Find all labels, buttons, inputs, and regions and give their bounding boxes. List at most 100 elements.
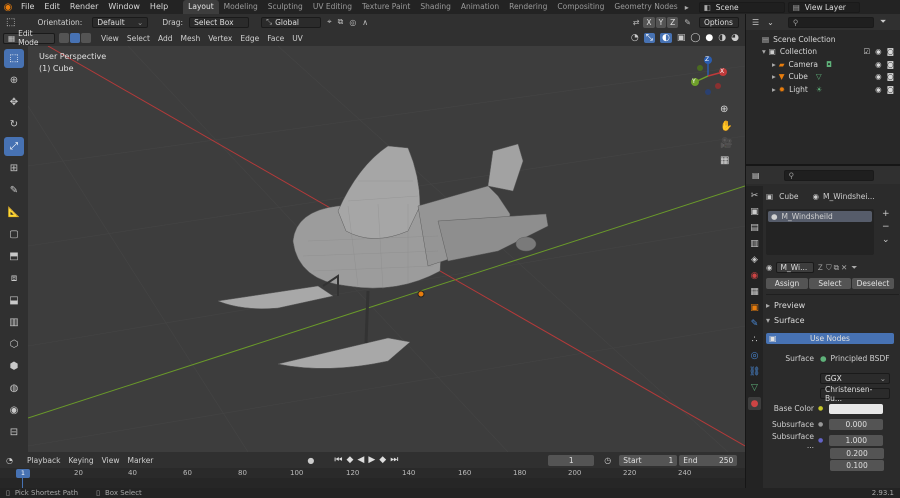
inset-tool-icon[interactable]: ⧈ bbox=[4, 269, 24, 288]
eye-icon[interactable]: ◉ bbox=[875, 85, 882, 94]
knife-tool-icon[interactable]: ⬡ bbox=[4, 335, 24, 354]
mirror-z-button[interactable]: Z bbox=[667, 16, 679, 28]
outliner-row[interactable]: ▤ Scene Collection bbox=[746, 33, 900, 46]
eye-icon[interactable]: ◉ bbox=[875, 72, 882, 81]
tab-compositing[interactable]: Compositing bbox=[552, 0, 609, 14]
radius-y-field[interactable]: 0.200 bbox=[830, 448, 884, 459]
duplicate-icon[interactable]: ⧉ bbox=[834, 263, 839, 273]
navigation-gizmo[interactable]: Z X Y bbox=[688, 54, 728, 98]
shading-wireframe-icon[interactable]: ◯ bbox=[690, 33, 700, 43]
render-tab-icon[interactable]: ▣ bbox=[748, 205, 761, 218]
pan-hand-icon[interactable]: ✋ bbox=[720, 121, 732, 132]
camera-render-icon[interactable]: ◙ bbox=[887, 60, 894, 69]
checkbox-icon[interactable]: ☑ bbox=[863, 47, 870, 56]
outliner-row[interactable]: ▸ ▼ Cube ▽ ◉ ◙ bbox=[746, 71, 900, 84]
rotate-tool-icon[interactable]: ↻ bbox=[4, 115, 24, 134]
expand-icon[interactable]: ▾ bbox=[762, 47, 766, 56]
object-tab-icon[interactable]: ▣ bbox=[748, 301, 761, 314]
eye-icon[interactable]: ◉ bbox=[875, 47, 882, 56]
outliner-row[interactable]: ▸ ▰ Camera ◘ ◉ ◙ bbox=[746, 58, 900, 71]
particles-tab-icon[interactable]: ∴ bbox=[748, 333, 761, 346]
menu-keying[interactable]: Keying bbox=[64, 456, 97, 465]
measure-tool-icon[interactable]: 📐 bbox=[4, 203, 24, 222]
camera-view-icon[interactable]: 🎥 bbox=[720, 138, 732, 149]
extrude-tool-icon[interactable]: ⬒ bbox=[4, 247, 24, 266]
transform-orientation-dropdown[interactable]: ⤡ Global bbox=[261, 16, 322, 28]
material-name-field[interactable]: M_Wi... bbox=[775, 262, 814, 273]
options-dropdown[interactable]: Options bbox=[699, 16, 739, 28]
distribution-dropdown[interactable]: GGX ⌄ bbox=[820, 373, 890, 384]
eye-icon[interactable]: ◉ bbox=[875, 60, 882, 69]
face-select-icon[interactable] bbox=[81, 33, 91, 43]
tab-sculpting[interactable]: Sculpting bbox=[263, 0, 308, 14]
jump-start-icon[interactable]: ⏮ bbox=[334, 455, 342, 465]
cursor-tool-icon[interactable]: ⊕ bbox=[4, 71, 24, 90]
tab-uv-editing[interactable]: UV Editing bbox=[308, 0, 357, 14]
mirror-icon[interactable]: ⇄ bbox=[633, 18, 640, 27]
menu-uv[interactable]: UV bbox=[288, 34, 307, 43]
bevel-tool-icon[interactable]: ⬓ bbox=[4, 291, 24, 310]
smooth-tool-icon[interactable]: ◉ bbox=[4, 401, 24, 420]
filter-icon[interactable]: ⏷ bbox=[851, 263, 857, 273]
outliner-editor-icon[interactable]: ☰ bbox=[752, 18, 759, 27]
end-frame-field[interactable]: End 250 bbox=[679, 454, 738, 466]
outliner-search-input[interactable]: ⚲ bbox=[787, 16, 874, 28]
outliner-row[interactable]: ▾ ▣ Collection ☑ ◉ ◙ bbox=[746, 46, 900, 59]
zoom-icon[interactable]: ⊕ bbox=[720, 104, 732, 115]
material-slot-item[interactable]: ● M_Windsheild bbox=[768, 211, 872, 222]
outliner-row[interactable]: ▸ ✹ Light ☀ ◉ ◙ bbox=[746, 83, 900, 96]
play-icon[interactable]: ▶ bbox=[368, 455, 375, 465]
select-box-tool-icon[interactable]: ⬚ bbox=[4, 49, 24, 68]
jump-end-icon[interactable]: ⏭ bbox=[390, 455, 398, 465]
tab-shading[interactable]: Shading bbox=[415, 0, 455, 14]
subsurface-field[interactable]: 0.000 bbox=[829, 419, 884, 430]
material-tab-icon[interactable]: ● bbox=[748, 397, 761, 410]
pivot-icon[interactable]: ⌖ bbox=[327, 17, 332, 27]
poly-build-tool-icon[interactable]: ⬢ bbox=[4, 357, 24, 376]
menu-file[interactable]: File bbox=[16, 0, 39, 14]
expand-icon[interactable]: ▸ bbox=[772, 72, 776, 81]
menu-help[interactable]: Help bbox=[145, 0, 173, 14]
tab-animation[interactable]: Animation bbox=[456, 0, 504, 14]
scene-selector[interactable]: ◧ Scene bbox=[698, 1, 785, 13]
scale-tool-icon[interactable]: ⤢ bbox=[4, 137, 24, 156]
base-color-swatch[interactable] bbox=[829, 403, 884, 414]
tool-tab-icon[interactable]: ✂ bbox=[748, 189, 761, 202]
menu-edge[interactable]: Edge bbox=[236, 34, 263, 43]
shading-rendered-icon[interactable]: ◕ bbox=[731, 33, 739, 43]
prev-key-icon[interactable]: ◆ bbox=[347, 455, 354, 465]
playhead[interactable]: 1 bbox=[16, 469, 30, 478]
record-icon[interactable]: ● bbox=[307, 456, 314, 465]
menu-add[interactable]: Add bbox=[154, 34, 177, 43]
radius-z-field[interactable]: 0.100 bbox=[830, 460, 884, 471]
menu-edit[interactable]: Edit bbox=[39, 0, 65, 14]
menu-vertex[interactable]: Vertex bbox=[204, 34, 236, 43]
scene-tab-icon[interactable]: ◈ bbox=[748, 253, 761, 266]
play-reverse-icon[interactable]: ◀ bbox=[357, 455, 364, 465]
overlay-toggle-icon[interactable]: ◐ bbox=[659, 33, 672, 43]
start-frame-field[interactable]: Start 1 bbox=[619, 454, 678, 466]
menu-window[interactable]: Window bbox=[103, 0, 145, 14]
edge-slide-tool-icon[interactable]: ⊟ bbox=[4, 423, 24, 442]
transform-tool-icon[interactable]: ⊞ bbox=[4, 159, 24, 178]
falloff-icon[interactable]: ∧ bbox=[362, 18, 368, 27]
menu-face[interactable]: Face bbox=[263, 34, 288, 43]
mirror-y-button[interactable]: Y bbox=[655, 16, 667, 28]
output-tab-icon[interactable]: ▤ bbox=[748, 221, 761, 234]
menu-playback[interactable]: Playback bbox=[23, 456, 64, 465]
loop-cut-tool-icon[interactable]: ▥ bbox=[4, 313, 24, 332]
tab-rendering[interactable]: Rendering bbox=[504, 0, 552, 14]
properties-editor-icon[interactable]: ▤ bbox=[752, 171, 760, 180]
move-tool-icon[interactable]: ✥ bbox=[4, 93, 24, 112]
tab-texture-paint[interactable]: Texture Paint bbox=[357, 0, 415, 14]
visibility-icon[interactable]: ◔ bbox=[631, 33, 639, 43]
menu-timeline-view[interactable]: View bbox=[98, 456, 124, 465]
3d-viewport[interactable]: User Perspective (1) Cube Z X Y ⊕ ✋ 🎥 ▦ bbox=[28, 46, 745, 452]
slot-menu-icon[interactable]: ⌄ bbox=[882, 235, 890, 245]
menu-marker[interactable]: Marker bbox=[123, 456, 157, 465]
shading-material-icon[interactable]: ◑ bbox=[718, 33, 726, 43]
expand-icon[interactable]: ▸ bbox=[772, 60, 776, 69]
assign-button[interactable]: Assign bbox=[766, 278, 808, 289]
use-nodes-button[interactable]: ▣ Use Nodes bbox=[766, 333, 894, 344]
preview-section-header[interactable]: ▸ Preview bbox=[766, 299, 899, 312]
